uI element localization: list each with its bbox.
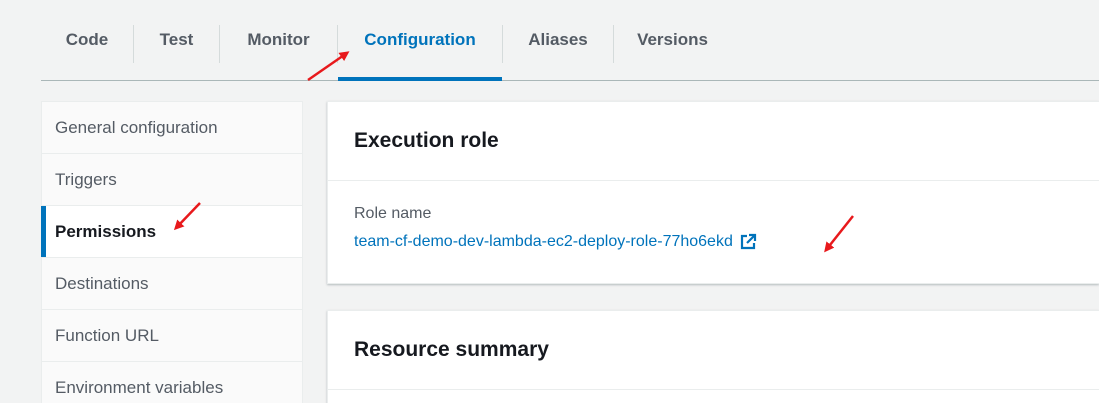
annotation-arrows bbox=[173, 51, 854, 253]
lambda-configuration-page: Code Test Monitor Configuration Aliases … bbox=[0, 0, 1099, 403]
annotation-arrow-permissions bbox=[173, 202, 201, 231]
annotation-arrow-role-link bbox=[824, 215, 854, 253]
annotation-arrow-configuration bbox=[307, 51, 350, 82]
